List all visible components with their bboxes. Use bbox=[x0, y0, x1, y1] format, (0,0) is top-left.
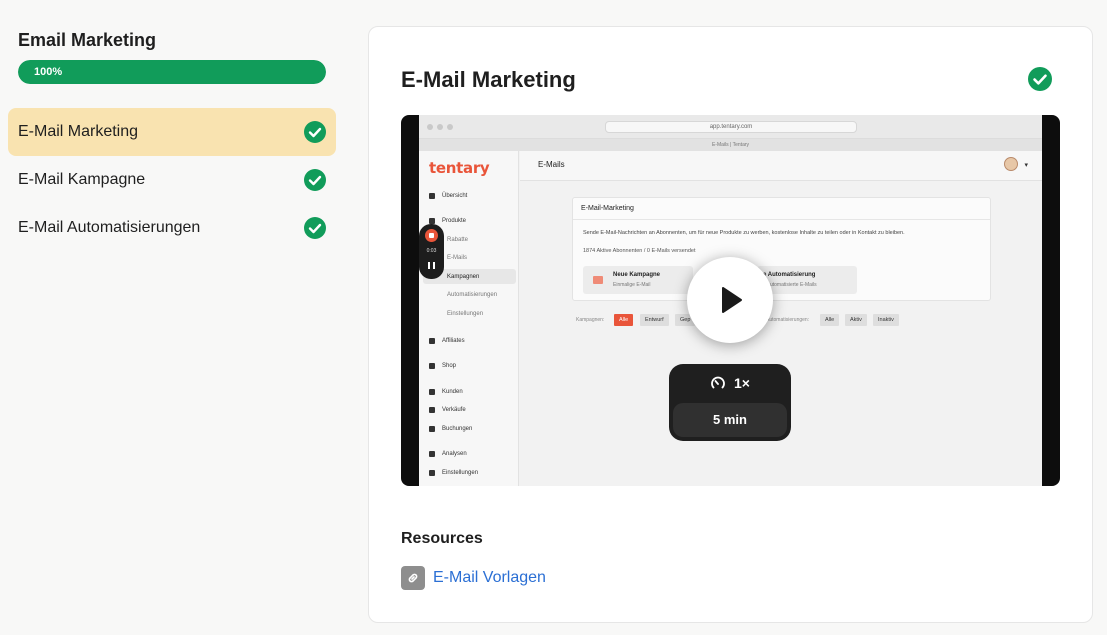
window-dot bbox=[427, 124, 433, 130]
progress-fill: 100% bbox=[18, 60, 326, 84]
lesson-label: E-Mail Marketing bbox=[18, 123, 139, 140]
filter-chip: Aktiv bbox=[845, 314, 867, 326]
panel-stats: 1874 Aktive Abonnenten / 0 E-Mails verse… bbox=[583, 248, 696, 254]
window-dot bbox=[437, 124, 443, 130]
lesson-card: E-Mail Marketing app.tentary.com E-Mails… bbox=[368, 26, 1093, 623]
app-nav-item: E-Mails bbox=[447, 255, 468, 261]
new-campaign-tile: Neue Kampagne Einmalige E-Mail bbox=[583, 266, 693, 294]
course-sidebar: Email Marketing 100% E-Mail Marketing E-… bbox=[0, 0, 345, 635]
speedometer-icon bbox=[711, 376, 725, 389]
browser-toolbar: app.tentary.com bbox=[419, 115, 1042, 139]
recording-time: 0:03 bbox=[426, 248, 437, 254]
play-button[interactable] bbox=[687, 257, 773, 343]
check-circle-icon bbox=[304, 217, 326, 239]
mail-icon bbox=[593, 276, 603, 284]
cart-icon bbox=[429, 407, 435, 413]
app-header-title: E-Mails bbox=[538, 160, 565, 169]
speed-value: 1× bbox=[734, 375, 750, 391]
resource-link-email-vorlagen[interactable]: E-Mail Vorlagen bbox=[401, 566, 546, 590]
lesson-complete-icon bbox=[1028, 67, 1052, 91]
chart-icon bbox=[429, 451, 435, 457]
app-nav-item: Kunden bbox=[429, 389, 463, 395]
recording-widget: 0:03 bbox=[419, 224, 444, 279]
app-nav-item: Übersicht bbox=[429, 193, 467, 199]
app-nav-item: Shop bbox=[429, 363, 456, 369]
shop-icon bbox=[429, 363, 435, 369]
filter-chip: Alle bbox=[614, 314, 634, 326]
lesson-item-email-marketing[interactable]: E-Mail Marketing bbox=[8, 108, 336, 156]
caret-down-icon: ▾ bbox=[1024, 162, 1028, 169]
browser-url: app.tentary.com bbox=[605, 121, 857, 133]
email-marketing-panel: E-Mail-Marketing Sende E-Mail-Nachrichte… bbox=[572, 197, 991, 301]
filter-row: Kampagnen: Alle Entwurf Gep Automatisier… bbox=[576, 314, 1006, 326]
check-circle-icon bbox=[304, 169, 326, 191]
lesson-title: E-Mail Marketing bbox=[401, 67, 576, 92]
app-nav-item: Produkte bbox=[429, 218, 466, 224]
app-nav-item: Verkäufe bbox=[429, 407, 466, 413]
filter-chip: Inaktiv bbox=[873, 314, 899, 326]
course-progress-bar: 100% bbox=[18, 60, 326, 84]
panel-description: Sende E-Mail-Nachrichten an Abonnenten, … bbox=[583, 230, 905, 236]
stop-record-icon bbox=[425, 229, 438, 242]
lesson-item-email-kampagne[interactable]: E-Mail Kampagne bbox=[8, 156, 336, 204]
window-dot bbox=[447, 124, 453, 130]
filter-label: Kampagnen: bbox=[576, 317, 605, 323]
affiliates-icon bbox=[429, 338, 435, 344]
app-nav-item: Affiliates bbox=[429, 338, 465, 344]
resource-link-label: E-Mail Vorlagen bbox=[433, 569, 546, 586]
progress-label: 100% bbox=[34, 66, 63, 78]
app-nav-item: Analysen bbox=[429, 451, 467, 457]
app-nav-item: Buchungen bbox=[429, 426, 472, 432]
app-header: E-Mails ▾ bbox=[520, 151, 1042, 181]
panel-title: E-Mail-Marketing bbox=[573, 198, 990, 220]
home-icon bbox=[429, 193, 435, 199]
lesson-label: E-Mail Automatisierungen bbox=[18, 219, 201, 236]
filter-chip: Entwurf bbox=[640, 314, 669, 326]
tentary-logo: tentary bbox=[429, 159, 490, 177]
check-circle-icon bbox=[304, 121, 326, 143]
playback-info: 1× 5 min bbox=[669, 364, 791, 441]
filter-chip: Alle bbox=[820, 314, 840, 326]
speed-control[interactable]: 1× bbox=[669, 372, 791, 394]
lesson-label: E-Mail Kampagne bbox=[18, 171, 146, 188]
gear-icon bbox=[429, 470, 435, 476]
resources-heading: Resources bbox=[401, 530, 483, 547]
app-nav-item: Einstellungen bbox=[447, 311, 484, 317]
browser-tab: E-Mails | Tentary bbox=[419, 139, 1042, 151]
pause-icon bbox=[428, 262, 435, 269]
calendar-icon bbox=[429, 426, 435, 432]
avatar bbox=[1004, 157, 1018, 171]
video-duration: 5 min bbox=[673, 403, 787, 437]
filter-label: Automatisierungen: bbox=[766, 317, 810, 323]
link-icon bbox=[401, 566, 425, 590]
app-nav-item: Rabatte bbox=[447, 237, 469, 243]
customers-icon bbox=[429, 389, 435, 395]
app-nav-item: Automatisierungen bbox=[447, 292, 498, 298]
video-player[interactable]: app.tentary.com E-Mails | Tentary tentar… bbox=[401, 115, 1060, 486]
lesson-item-email-automatisierungen[interactable]: E-Mail Automatisierungen bbox=[8, 204, 336, 252]
app-sidebar: tentary Übersicht Produkte Rabatte E-Mai… bbox=[419, 151, 519, 486]
app-nav-item: Einstellungen bbox=[429, 470, 478, 476]
course-title: Email Marketing bbox=[18, 30, 157, 50]
play-icon bbox=[722, 287, 742, 313]
